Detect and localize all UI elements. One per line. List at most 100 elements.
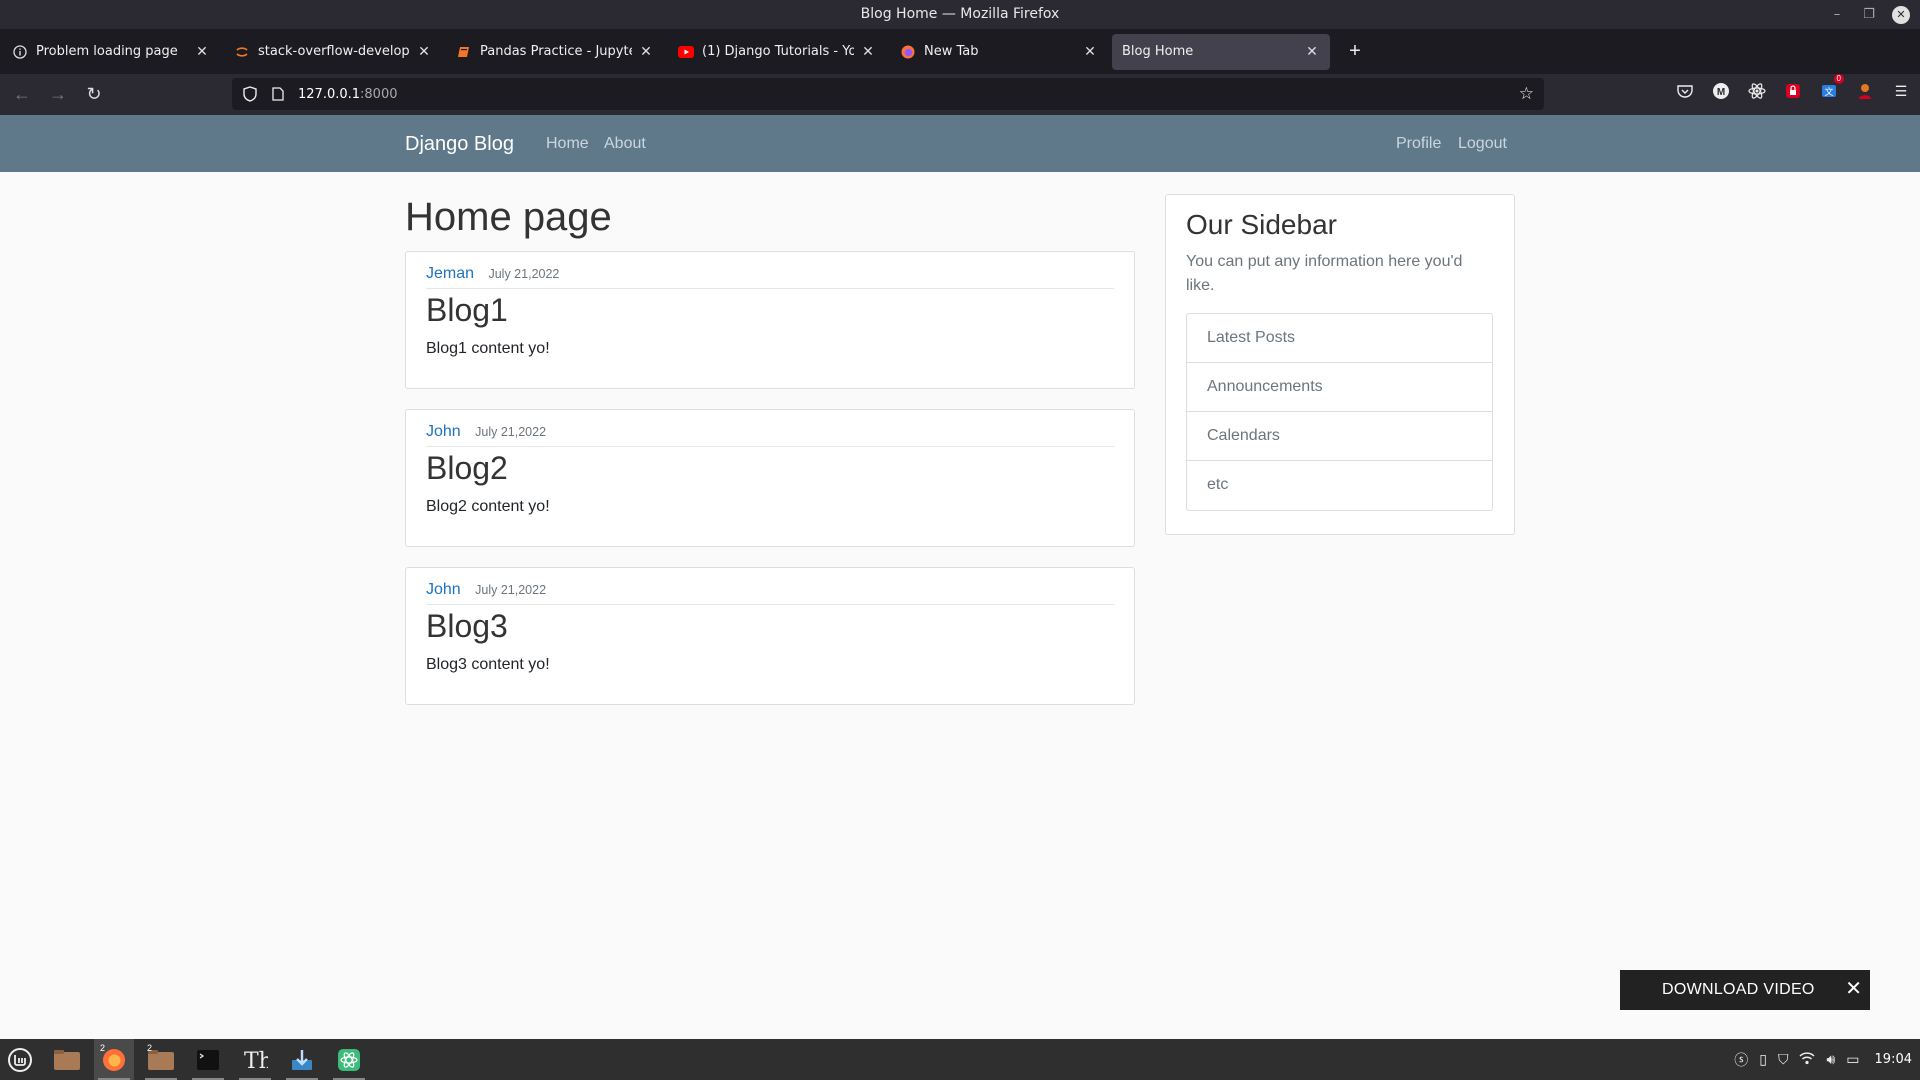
tab-pandas-practice[interactable]: Pandas Practice - Jupyter N ✕ <box>446 34 664 70</box>
minimize-icon[interactable]: – <box>1828 6 1846 24</box>
extension-icons: M 文 0 ☰ <box>1674 74 1912 102</box>
svg-text:文: 文 <box>1824 86 1833 97</box>
terminal-icon[interactable] <box>188 1039 228 1080</box>
close-tab-icon[interactable]: ✕ <box>416 44 432 60</box>
sidebar-item-latest-posts[interactable]: Latest Posts <box>1187 314 1492 363</box>
mint-menu-icon[interactable] <box>0 1039 40 1080</box>
close-tab-icon[interactable]: ✕ <box>1082 44 1098 60</box>
sidebar-text: You can put any information here you'd l… <box>1186 253 1463 294</box>
notebook-icon <box>456 44 472 60</box>
close-window-icon[interactable]: ✕ <box>1892 5 1910 24</box>
post-title[interactable]: Blog3 <box>426 608 508 645</box>
url-text[interactable]: 127.0.0.1:8000 <box>298 87 398 102</box>
typora-icon[interactable]: Th <box>235 1039 275 1080</box>
svg-text:M: M <box>1717 87 1725 98</box>
system-tray: ⓢ ▯ ⛉ 🔊︎ ▭ 19:04 <box>1734 1039 1920 1080</box>
pocket-icon[interactable] <box>1674 80 1696 102</box>
tab-problem-loading[interactable]: Problem loading page ✕ <box>2 34 220 70</box>
browser-toolbar: ← → ↻ 127.0.0.1:8000 ☆ M 文 0 ☰ <box>0 74 1920 115</box>
close-tab-icon[interactable]: ✕ <box>194 44 210 60</box>
files-icon[interactable] <box>47 1039 87 1080</box>
firefox-taskbar-icon[interactable]: 2 <box>94 1039 134 1080</box>
close-icon[interactable]: ✕ <box>1845 978 1862 1000</box>
shield-icon[interactable] <box>240 84 260 104</box>
post-meta: John July 21,2022 <box>426 581 1114 605</box>
tab-label: (1) Django Tutorials - YouTu <box>702 44 854 59</box>
lock-extension-icon[interactable] <box>1782 80 1804 102</box>
download-video-label: DOWNLOAD VIDEO <box>1662 981 1815 998</box>
file-manager-icon[interactable]: 2 <box>141 1039 181 1080</box>
page-title: Home page <box>405 195 612 239</box>
url-bar[interactable]: 127.0.0.1:8000 ☆ <box>232 78 1544 110</box>
nav-link-home[interactable]: Home <box>546 135 589 153</box>
jupyter-icon <box>234 44 250 60</box>
update-manager-icon[interactable] <box>282 1039 322 1080</box>
tab-label: stack-overflow-developer-su <box>258 44 410 59</box>
translate-extension-icon[interactable]: 文 0 <box>1818 74 1844 102</box>
site-brand[interactable]: Django Blog <box>405 133 514 156</box>
download-video-button[interactable]: DOWNLOAD VIDEO ✕ <box>1620 970 1870 1010</box>
post-date: July 21,2022 <box>475 425 547 439</box>
window-titlebar: Blog Home — Mozilla Firefox – ❐ ✕ <box>0 0 1920 29</box>
firefox-window-count: 2 <box>100 1043 106 1053</box>
account-m-icon[interactable]: M <box>1710 80 1732 102</box>
shield-tray-icon[interactable]: ⛉ <box>1778 1051 1789 1068</box>
wifi-icon[interactable] <box>1799 1051 1815 1068</box>
post-date: July 21,2022 <box>475 583 547 597</box>
volume-icon[interactable]: 🔊︎ <box>1826 1051 1835 1068</box>
sidebar-list: Latest Posts Announcements Calendars etc <box>1186 313 1493 511</box>
post-author-link[interactable]: John <box>426 423 461 440</box>
sidebar-item-calendars[interactable]: Calendars <box>1187 412 1492 461</box>
tab-label: New Tab <box>924 44 979 59</box>
window-controls: – ❐ ✕ <box>1828 0 1920 29</box>
atom-editor-icon[interactable] <box>329 1039 369 1080</box>
maximize-icon[interactable]: ❐ <box>1860 6 1878 24</box>
post-title[interactable]: Blog1 <box>426 292 508 329</box>
post-title[interactable]: Blog2 <box>426 450 508 487</box>
sidebar-title: Our Sidebar <box>1186 209 1337 240</box>
close-tab-icon[interactable]: ✕ <box>860 44 876 60</box>
battery-icon[interactable]: ▭ <box>1846 1051 1859 1068</box>
tab-new-tab[interactable]: New Tab ✕ <box>890 34 1108 70</box>
react-devtools-icon[interactable] <box>1746 80 1768 102</box>
post-author-link[interactable]: Jeman <box>426 265 474 282</box>
tab-django-youtube[interactable]: (1) Django Tutorials - YouTu ✕ <box>668 34 886 70</box>
url-host: 127.0.0.1 <box>298 86 361 102</box>
tab-blog-home[interactable]: Blog Home ✕ <box>1112 33 1330 70</box>
blog-post: John July 21,2022 Blog3 Blog3 content yo… <box>405 567 1135 705</box>
nav-link-logout[interactable]: Logout <box>1458 135 1507 153</box>
sidebar-item-announcements[interactable]: Announcements <box>1187 363 1492 412</box>
page-icon <box>268 84 288 104</box>
reload-icon[interactable]: ↻ <box>80 81 108 109</box>
clipboard-tray-icon[interactable]: ▯ <box>1759 1051 1767 1068</box>
sidebar: Our Sidebar You can put any information … <box>1165 194 1515 535</box>
sidebar-item-etc[interactable]: etc <box>1187 461 1492 510</box>
nav-link-profile[interactable]: Profile <box>1396 135 1441 153</box>
post-content: Blog1 content yo! <box>426 340 550 357</box>
profile-extension-icon[interactable] <box>1854 80 1876 102</box>
post-content: Blog2 content yo! <box>426 498 550 515</box>
close-tab-icon[interactable]: ✕ <box>638 44 654 60</box>
youtube-icon <box>678 44 694 60</box>
post-author-link[interactable]: John <box>426 581 461 598</box>
nav-link-about[interactable]: About <box>604 135 646 153</box>
site-navbar: Django Blog Home About Profile Logout <box>0 115 1920 172</box>
tab-label: Pandas Practice - Jupyter N <box>480 44 632 59</box>
bookmark-star-icon[interactable]: ☆ <box>1519 84 1534 104</box>
skype-tray-icon[interactable]: ⓢ <box>1734 1050 1748 1070</box>
tab-stack-overflow[interactable]: stack-overflow-developer-su ✕ <box>224 34 442 70</box>
info-icon <box>12 44 28 60</box>
clock[interactable]: 19:04 <box>1875 1052 1912 1067</box>
back-arrow-icon[interactable]: ← <box>8 81 36 109</box>
tab-strip: Problem loading page ✕ stack-overflow-de… <box>0 29 1920 74</box>
blog-post: Jeman July 21,2022 Blog1 Blog1 content y… <box>405 251 1135 389</box>
new-tab-button[interactable]: + <box>1340 40 1370 63</box>
taskbar: 2 2 Th ⓢ ▯ ⛉ 🔊︎ ▭ 19:04 <box>0 1039 1920 1080</box>
tab-label: Problem loading page <box>36 44 178 59</box>
files-window-count: 2 <box>147 1043 153 1053</box>
extension-badge: 0 <box>1833 74 1844 84</box>
forward-arrow-icon[interactable]: → <box>44 81 72 109</box>
close-tab-icon[interactable]: ✕ <box>1304 44 1320 60</box>
hamburger-menu-icon[interactable]: ☰ <box>1890 80 1912 102</box>
blog-post: John July 21,2022 Blog2 Blog2 content yo… <box>405 409 1135 547</box>
